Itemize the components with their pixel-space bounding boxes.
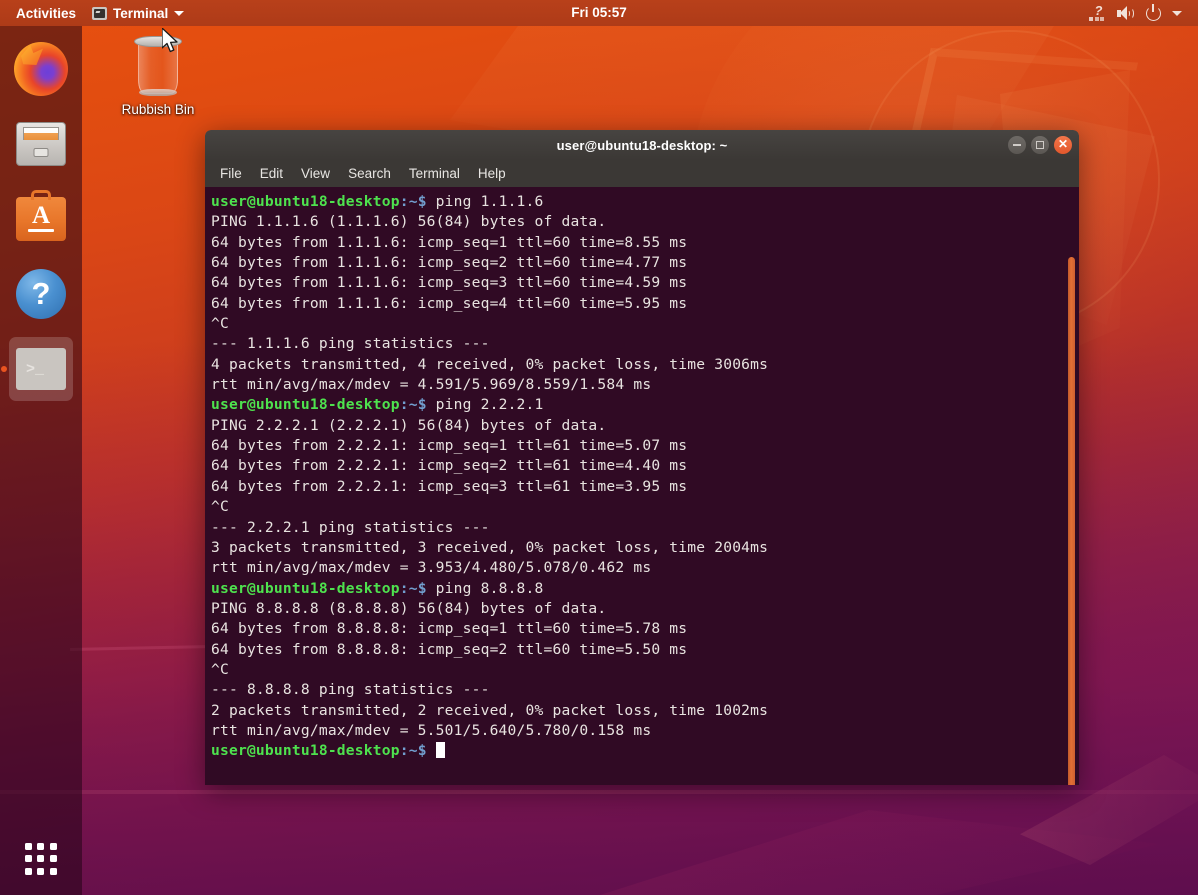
menu-edit[interactable]: Edit: [258, 164, 285, 183]
terminal-command: ping 2.2.2.1: [427, 396, 544, 413]
terminal-output-line: --- 1.1.1.6 ping statistics ---: [211, 334, 1079, 354]
terminal-prompt-path: :~$: [400, 396, 427, 413]
terminal-output-line: 2 packets transmitted, 2 received, 0% pa…: [211, 701, 1079, 721]
terminal-command: ping 8.8.8.8: [427, 580, 544, 597]
terminal-output-line: 64 bytes from 1.1.1.6: icmp_seq=4 ttl=60…: [211, 294, 1079, 314]
terminal-icon: >_: [16, 348, 66, 390]
desktop-icon-label: Rubbish Bin: [122, 102, 195, 117]
software-icon-glyph: A: [32, 204, 50, 228]
terminal-prompt-path: :~$: [400, 580, 427, 597]
terminal-prompt-line: user@ubuntu18-desktop:~$ ping 2.2.2.1: [211, 395, 1079, 415]
top-panel: Activities Terminal Fri 05:57 ?: [0, 0, 1198, 26]
wallpaper-facet: [0, 790, 1198, 794]
terminal-output-line: rtt min/avg/max/mdev = 3.953/4.480/5.078…: [211, 558, 1079, 578]
dock: A ? >_: [0, 26, 82, 895]
menu-search[interactable]: Search: [346, 164, 393, 183]
terminal-prompt-path: :~$: [400, 193, 427, 210]
terminal-window: user@ubuntu18-desktop: ~ ✕ File Edit Vie…: [205, 130, 1079, 785]
terminal-output-area[interactable]: user@ubuntu18-desktop:~$ ping 1.1.1.6PIN…: [205, 187, 1079, 785]
chevron-down-icon[interactable]: [1172, 11, 1182, 16]
status-indicators: ?: [1089, 6, 1190, 21]
terminal-prompt-line: user@ubuntu18-desktop:~$ ping 8.8.8.8: [211, 579, 1079, 599]
terminal-titlebar[interactable]: user@ubuntu18-desktop: ~ ✕: [205, 130, 1079, 160]
terminal-prompt-user: user@ubuntu18-desktop: [211, 580, 400, 597]
desktop-icon-trash[interactable]: Rubbish Bin: [112, 36, 204, 117]
terminal-output-line: PING 1.1.1.6 (1.1.1.6) 56(84) bytes of d…: [211, 212, 1079, 232]
dock-item-software[interactable]: A: [9, 187, 73, 251]
terminal-output-line: rtt min/avg/max/mdev = 4.591/5.969/8.559…: [211, 375, 1079, 395]
terminal-output-line: 64 bytes from 1.1.1.6: icmp_seq=3 ttl=60…: [211, 273, 1079, 293]
terminal-output-line: PING 8.8.8.8 (8.8.8.8) 56(84) bytes of d…: [211, 599, 1079, 619]
terminal-output-line: 64 bytes from 1.1.1.6: icmp_seq=1 ttl=60…: [211, 233, 1079, 253]
terminal-cursor: [436, 742, 445, 758]
menu-view[interactable]: View: [299, 164, 332, 183]
activities-button[interactable]: Activities: [8, 0, 84, 26]
files-icon: [16, 122, 66, 166]
terminal-output-line: 4 packets transmitted, 4 received, 0% pa…: [211, 355, 1079, 375]
terminal-icon: [92, 7, 107, 20]
terminal-output-line: ^C: [211, 497, 1079, 517]
show-applications-button[interactable]: [21, 839, 61, 879]
software-icon: A: [16, 197, 66, 241]
terminal-output-line: --- 2.2.2.1 ping statistics ---: [211, 518, 1079, 538]
maximize-button[interactable]: [1031, 136, 1049, 154]
app-menu-label: Terminal: [113, 6, 168, 21]
terminal-prompt-user: user@ubuntu18-desktop: [211, 396, 400, 413]
firefox-icon: [14, 42, 68, 96]
window-controls: ✕: [1008, 130, 1072, 160]
terminal-output-line: 64 bytes from 2.2.2.1: icmp_seq=2 ttl=61…: [211, 456, 1079, 476]
terminal-prompt-user: user@ubuntu18-desktop: [211, 193, 400, 210]
help-icon-glyph: ?: [16, 278, 66, 309]
power-icon[interactable]: [1146, 6, 1161, 21]
activities-label: Activities: [16, 6, 76, 21]
help-icon: ?: [16, 269, 66, 319]
terminal-text: user@ubuntu18-desktop:~$ ping 1.1.1.6PIN…: [211, 192, 1079, 762]
terminal-output-line: ^C: [211, 314, 1079, 334]
terminal-menubar: File Edit View Search Terminal Help: [205, 160, 1079, 187]
terminal-scrollbar[interactable]: [1067, 187, 1076, 785]
dock-item-firefox[interactable]: [9, 37, 73, 101]
minimize-button[interactable]: [1008, 136, 1026, 154]
terminal-prompt-line: user@ubuntu18-desktop:~$: [211, 741, 1079, 761]
terminal-output-line: 64 bytes from 1.1.1.6: icmp_seq=2 ttl=60…: [211, 253, 1079, 273]
menu-help[interactable]: Help: [476, 164, 508, 183]
terminal-output-line: 64 bytes from 2.2.2.1: icmp_seq=3 ttl=61…: [211, 477, 1079, 497]
terminal-output-line: ^C: [211, 660, 1079, 680]
menu-terminal[interactable]: Terminal: [407, 164, 462, 183]
dock-item-files[interactable]: [9, 112, 73, 176]
terminal-output-line: 3 packets transmitted, 3 received, 0% pa…: [211, 538, 1079, 558]
app-menu-button[interactable]: Terminal: [84, 0, 192, 26]
window-title: user@ubuntu18-desktop: ~: [557, 138, 728, 153]
close-button[interactable]: ✕: [1054, 136, 1072, 154]
dock-item-help[interactable]: ?: [9, 262, 73, 326]
terminal-prompt-path: :~$: [400, 742, 427, 759]
terminal-command: ping 1.1.1.6: [427, 193, 544, 210]
terminal-scrollbar-thumb[interactable]: [1068, 257, 1075, 785]
terminal-command: [427, 742, 436, 759]
chevron-down-icon: [174, 11, 184, 16]
volume-icon[interactable]: [1117, 6, 1135, 21]
terminal-icon-glyph: >_: [26, 363, 44, 377]
network-icon[interactable]: ?: [1089, 6, 1106, 21]
terminal-output-line: --- 8.8.8.8 ping statistics ---: [211, 680, 1079, 700]
terminal-output-line: rtt min/avg/max/mdev = 5.501/5.640/5.780…: [211, 721, 1079, 741]
terminal-output-line: 64 bytes from 2.2.2.1: icmp_seq=1 ttl=61…: [211, 436, 1079, 456]
desktop-screen: Activities Terminal Fri 05:57 ?: [0, 0, 1198, 895]
terminal-output-line: 64 bytes from 8.8.8.8: icmp_seq=1 ttl=60…: [211, 619, 1079, 639]
terminal-output-line: PING 2.2.2.1 (2.2.2.1) 56(84) bytes of d…: [211, 416, 1079, 436]
dock-item-terminal[interactable]: >_: [9, 337, 73, 401]
terminal-output-line: 64 bytes from 8.8.8.8: icmp_seq=2 ttl=60…: [211, 640, 1079, 660]
trash-icon: [135, 36, 181, 96]
terminal-prompt-line: user@ubuntu18-desktop:~$ ping 1.1.1.6: [211, 192, 1079, 212]
terminal-prompt-user: user@ubuntu18-desktop: [211, 742, 400, 759]
menu-file[interactable]: File: [218, 164, 244, 183]
